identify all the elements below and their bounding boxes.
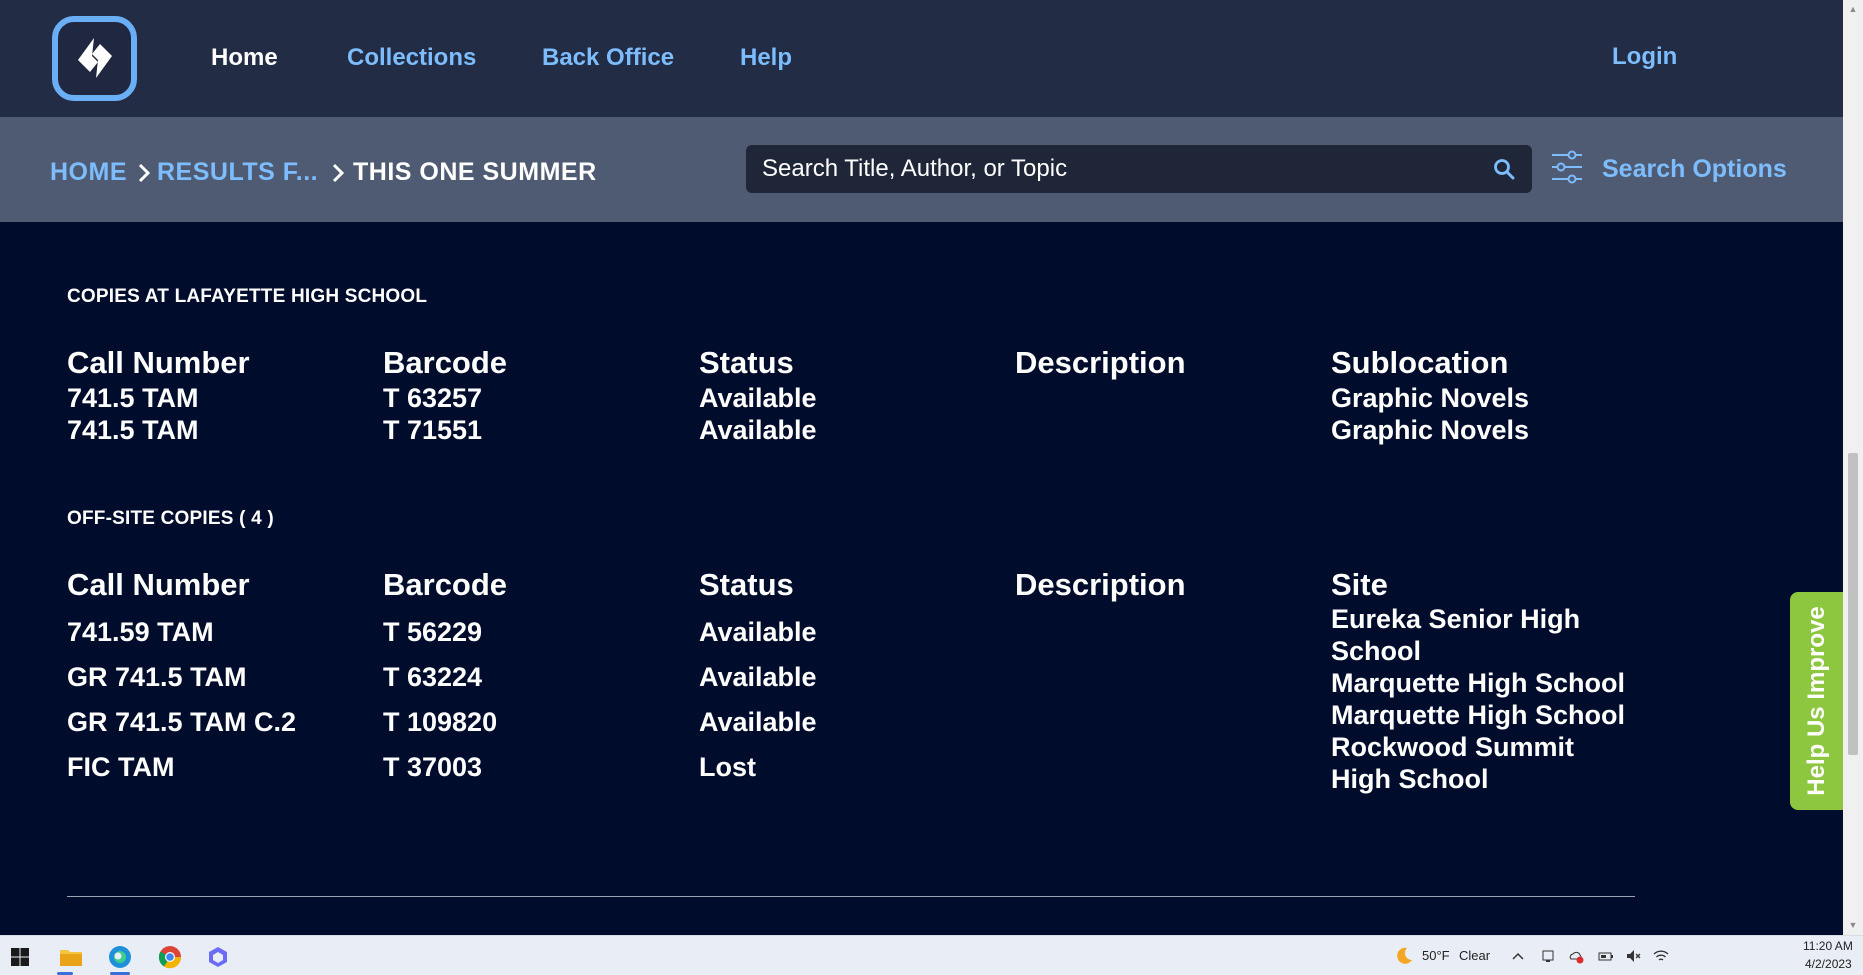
breadcrumb-search-bar: HOME RESULTS F... THIS ONE SUMMER Search…: [0, 117, 1843, 222]
breadcrumb-home[interactable]: HOME: [50, 158, 127, 187]
cell-site: Marquette High School: [1331, 668, 1626, 698]
search-options-link[interactable]: Search Options: [1602, 155, 1787, 184]
cell-call-number: 741.59 TAM: [67, 617, 214, 647]
nav-home[interactable]: Home: [211, 44, 278, 72]
speaker-muted-icon[interactable]: [1625, 948, 1641, 964]
cell-call-number: GR 741.5 TAM: [67, 662, 247, 692]
weather-condition[interactable]: Clear: [1459, 948, 1490, 963]
column-header-barcode: Barcode: [383, 345, 508, 380]
app-logo[interactable]: [52, 16, 137, 101]
cell-status: Available: [699, 383, 817, 413]
cell-status: Available: [699, 617, 817, 647]
windows-start-icon[interactable]: [8, 945, 32, 969]
column-header-status: Status: [699, 567, 794, 602]
section-title-local-copies: COPIES AT LAFAYETTE HIGH SCHOOL: [67, 286, 428, 307]
cell-status: Available: [699, 415, 817, 445]
wifi-icon[interactable]: [1653, 948, 1669, 964]
file-explorer-icon[interactable]: [58, 944, 84, 970]
column-header-status: Status: [699, 345, 794, 380]
column-header-call-number: Call Number: [67, 345, 250, 380]
cell-barcode: T 71551: [383, 415, 483, 445]
breadcrumb-current: THIS ONE SUMMER: [353, 158, 597, 186]
sliders-icon[interactable]: [1550, 149, 1584, 185]
taskbar: 50°F Clear 11:20 AM 4/2/2023: [0, 935, 1863, 975]
cell-barcode: T 56229: [383, 617, 483, 647]
clock-time[interactable]: 11:20 AM: [1803, 939, 1853, 953]
chevron-right-icon: [138, 163, 151, 183]
cell-call-number: 741.5 TAM: [67, 383, 199, 413]
help-us-improve-label: Help Us Improve: [1802, 606, 1830, 796]
column-header-description: Description: [1015, 567, 1186, 602]
cell-status: Available: [699, 707, 817, 737]
clock-date[interactable]: 4/2/2023: [1805, 957, 1852, 971]
cell-call-number: FIC TAM: [67, 752, 175, 782]
edge-browser-icon[interactable]: [107, 944, 133, 970]
copilot-app-icon[interactable]: [205, 944, 231, 970]
cell-sublocation: Graphic Novels: [1331, 383, 1530, 413]
nav-help[interactable]: Help: [740, 44, 792, 72]
search-icon[interactable]: [1492, 157, 1516, 181]
battery-icon[interactable]: [1598, 948, 1614, 964]
column-header-barcode: Barcode: [383, 567, 508, 602]
cell-call-number: GR 741.5 TAM C.2: [67, 707, 297, 737]
meet-now-icon[interactable]: [1541, 948, 1557, 964]
cell-barcode: T 109820: [383, 707, 498, 737]
page-scrollbar[interactable]: ▲ ▼: [1843, 0, 1863, 935]
chevron-up-icon[interactable]: [1510, 948, 1526, 964]
breadcrumb-results[interactable]: RESULTS F...: [157, 158, 318, 187]
cell-site: Eureka Senior High: [1331, 604, 1581, 634]
cell-site: Rockwood Summit: [1331, 732, 1575, 762]
nav-back-office[interactable]: Back Office: [542, 44, 674, 72]
cell-barcode: T 63257: [383, 383, 483, 413]
chevron-right-icon: [332, 163, 345, 183]
chrome-browser-icon[interactable]: [157, 944, 183, 970]
cell-sublocation: Graphic Novels: [1331, 415, 1530, 445]
scroll-down-arrow-icon[interactable]: ▼: [1848, 920, 1858, 930]
column-header-sublocation: Sublocation: [1331, 345, 1509, 380]
cell-site: Marquette High School: [1331, 700, 1626, 730]
weather-temperature[interactable]: 50°F: [1422, 948, 1450, 963]
nav-collections[interactable]: Collections: [347, 44, 476, 72]
onedrive-error-icon[interactable]: [1568, 948, 1584, 964]
login-link[interactable]: Login: [1612, 43, 1677, 71]
column-header-description: Description: [1015, 345, 1186, 380]
section-title-offsite-copies: OFF-SITE COPIES ( 4 ): [67, 508, 274, 529]
scrollbar-thumb[interactable]: [1848, 453, 1858, 755]
column-header-call-number: Call Number: [67, 567, 250, 602]
section-divider: [67, 896, 1635, 897]
scroll-up-arrow-icon[interactable]: ▲: [1848, 4, 1858, 14]
cell-status: Available: [699, 662, 817, 692]
cell-call-number: 741.5 TAM: [67, 415, 199, 445]
cell-site: School: [1331, 636, 1422, 666]
cell-site: High School: [1331, 764, 1489, 794]
moon-weather-icon: [1397, 947, 1412, 964]
column-header-site: Site: [1331, 567, 1388, 602]
cell-status: Lost: [699, 752, 756, 782]
help-us-improve-tab[interactable]: Help Us Improve: [1790, 592, 1843, 810]
logo-mark-icon: [78, 38, 112, 78]
cell-barcode: T 63224: [383, 662, 483, 692]
cell-barcode: T 37003: [383, 752, 483, 782]
search-input[interactable]: [762, 145, 1462, 193]
top-nav: Home Collections Back Office Help Login: [0, 0, 1843, 117]
search-box: [746, 145, 1532, 193]
